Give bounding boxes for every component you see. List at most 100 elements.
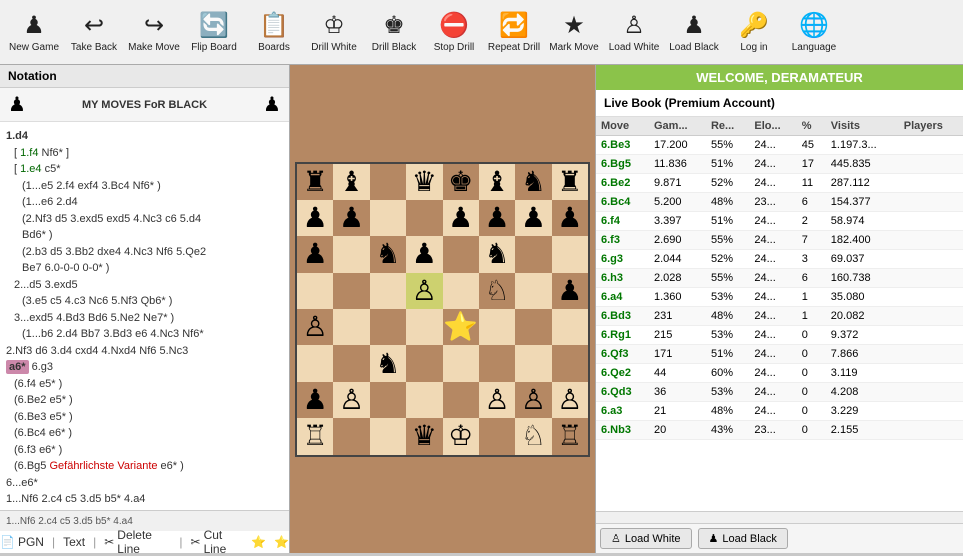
drill-white-button[interactable]: ♔ Drill White [304, 2, 364, 62]
square-a3[interactable] [297, 345, 333, 381]
square-g7[interactable]: ♟ [515, 200, 551, 236]
pgn-button[interactable]: 📄 PGN [0, 535, 44, 549]
move-cell-3[interactable]: 6.Bc4 [596, 193, 649, 212]
notation-content[interactable]: 1.d4 [ 1.f4 Nf6* ] [ 1.e4 c5* (1...e5 2.… [0, 122, 289, 510]
square-c8[interactable] [370, 164, 406, 200]
move-cell-8[interactable]: 6.a4 [596, 288, 649, 307]
move-cell-0[interactable]: 6.Be3 [596, 136, 649, 155]
move-cell-2[interactable]: 6.Be2 [596, 174, 649, 193]
move-cell-13[interactable]: 6.Qd3 [596, 383, 649, 402]
log-in-button[interactable]: 🔑 Log in [724, 2, 784, 62]
move-cell-1[interactable]: 6.Bg5 [596, 155, 649, 174]
square-d7[interactable] [406, 200, 442, 236]
take-back-button[interactable]: ↩ Take Back [64, 2, 124, 62]
cut-line-button[interactable]: ✂ Cut Line [191, 528, 244, 556]
square-e5[interactable] [443, 273, 479, 309]
language-button[interactable]: 🌐 Language [784, 2, 844, 62]
star1-button[interactable]: ⭐ [251, 535, 266, 549]
square-g2[interactable]: ♙ [515, 382, 551, 418]
drill-black-button[interactable]: ♚ Drill Black [364, 2, 424, 62]
square-h2[interactable]: ♙ [552, 382, 588, 418]
square-a5[interactable] [297, 273, 333, 309]
square-d5[interactable]: ♙ [406, 273, 442, 309]
square-c5[interactable] [370, 273, 406, 309]
square-e7[interactable]: ♟ [443, 200, 479, 236]
square-h1[interactable]: ♖ [552, 418, 588, 454]
square-e2[interactable] [443, 382, 479, 418]
square-h4[interactable] [552, 309, 588, 345]
square-f1[interactable] [479, 418, 515, 454]
bottom-load-white-button[interactable]: ♙ Load White [600, 528, 692, 549]
bottom-load-black-button[interactable]: ♟ Load Black [698, 528, 788, 549]
square-f6[interactable]: ♞ [479, 236, 515, 272]
repeat-drill-button[interactable]: 🔁 Repeat Drill [484, 2, 544, 62]
mark-move-button[interactable]: ★ Mark Move [544, 2, 604, 62]
square-b3[interactable] [333, 345, 369, 381]
square-d3[interactable] [406, 345, 442, 381]
move-cell-6[interactable]: 6.g3 [596, 250, 649, 269]
square-a2[interactable]: ♟ [297, 382, 333, 418]
live-book-table[interactable]: Move Gam... Re... Elo... % Visits Player… [596, 117, 963, 511]
square-g3[interactable] [515, 345, 551, 381]
square-a1[interactable]: ♖ [297, 418, 333, 454]
chess-board[interactable]: ♜ ♝ ♛ ♚ ♝ ♞ ♜ ♟ ♟ ♟ ♟ ♟ ♟ ♟ ♞ ♟ ♞ [295, 162, 590, 457]
square-c3[interactable]: ♞ [370, 345, 406, 381]
square-d6[interactable]: ♟ [406, 236, 442, 272]
move-cell-11[interactable]: 6.Qf3 [596, 345, 649, 364]
square-b2[interactable]: ♙ [333, 382, 369, 418]
move-cell-15[interactable]: 6.Nb3 [596, 421, 649, 440]
square-b7[interactable]: ♟ [333, 200, 369, 236]
delete-line-button[interactable]: ✂ Delete Line [104, 528, 171, 556]
square-h8[interactable]: ♜ [552, 164, 588, 200]
square-h7[interactable]: ♟ [552, 200, 588, 236]
load-white-button[interactable]: ♙ Load White [604, 2, 664, 62]
move-cell-12[interactable]: 6.Qe2 [596, 364, 649, 383]
make-move-button[interactable]: ↪ Make Move [124, 2, 184, 62]
boards-button[interactable]: 📋 Boards [244, 2, 304, 62]
square-b6[interactable] [333, 236, 369, 272]
square-f7[interactable]: ♟ [479, 200, 515, 236]
square-d8[interactable]: ♛ [406, 164, 442, 200]
new-game-button[interactable]: ♟ New Game [4, 2, 64, 62]
square-a4[interactable]: ♙ [297, 309, 333, 345]
square-e6[interactable] [443, 236, 479, 272]
square-e8[interactable]: ♚ [443, 164, 479, 200]
square-f5[interactable]: ♘ [479, 273, 515, 309]
square-a6[interactable]: ♟ [297, 236, 333, 272]
square-e3[interactable] [443, 345, 479, 381]
square-c6[interactable]: ♞ [370, 236, 406, 272]
square-g5[interactable] [515, 273, 551, 309]
move-cell-14[interactable]: 6.a3 [596, 402, 649, 421]
square-b4[interactable] [333, 309, 369, 345]
square-e4[interactable]: ⭐ [443, 309, 479, 345]
square-b5[interactable] [333, 273, 369, 309]
star2-button[interactable]: ⭐ [274, 535, 289, 549]
square-f3[interactable] [479, 345, 515, 381]
table-scrollbar[interactable] [596, 511, 963, 523]
square-g1[interactable]: ♘ [515, 418, 551, 454]
square-c1[interactable] [370, 418, 406, 454]
move-cell-4[interactable]: 6.f4 [596, 212, 649, 231]
square-f8[interactable]: ♝ [479, 164, 515, 200]
square-b1[interactable] [333, 418, 369, 454]
move-cell-7[interactable]: 6.h3 [596, 269, 649, 288]
square-a7[interactable]: ♟ [297, 200, 333, 236]
square-g8[interactable]: ♞ [515, 164, 551, 200]
move-cell-10[interactable]: 6.Rg1 [596, 326, 649, 345]
square-g6[interactable] [515, 236, 551, 272]
square-h6[interactable] [552, 236, 588, 272]
square-g4[interactable] [515, 309, 551, 345]
load-black-button[interactable]: ♟ Load Black [664, 2, 724, 62]
square-b8[interactable]: ♝ [333, 164, 369, 200]
square-h3[interactable] [552, 345, 588, 381]
square-c4[interactable] [370, 309, 406, 345]
flip-board-button[interactable]: 🔄 Flip Board [184, 2, 244, 62]
square-c7[interactable] [370, 200, 406, 236]
square-d1[interactable]: ♛ [406, 418, 442, 454]
square-d4[interactable] [406, 309, 442, 345]
square-h5[interactable]: ♟ [552, 273, 588, 309]
square-e1[interactable]: ♔ [443, 418, 479, 454]
stop-drill-button[interactable]: ⛔ Stop Drill [424, 2, 484, 62]
square-f2[interactable]: ♙ [479, 382, 515, 418]
square-f4[interactable] [479, 309, 515, 345]
